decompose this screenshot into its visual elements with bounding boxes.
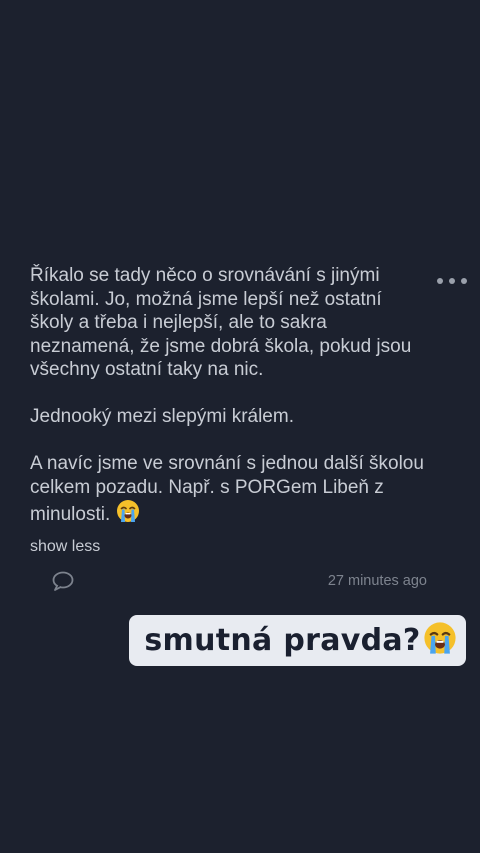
sticker-text: smutná pravda? xyxy=(144,623,421,658)
loudly-crying-face-icon xyxy=(116,499,140,530)
more-dot xyxy=(461,278,467,284)
post-timestamp: 27 minutes ago xyxy=(327,573,427,589)
post-paragraph: A navíc jsme ve srovnání s jednou další … xyxy=(30,452,430,530)
more-dot xyxy=(437,278,443,284)
more-dot xyxy=(449,278,455,284)
post-paragraph: Jednooký mezi slepými králem. xyxy=(30,406,294,427)
show-less-link[interactable]: show less xyxy=(30,538,100,556)
post-paragraph-text: A navíc jsme ve srovnání s jednou další … xyxy=(30,453,430,525)
text-sticker[interactable]: smutná pravda? xyxy=(129,615,466,666)
story-screen: Říkalo se tady něco o srovnávání s jiným… xyxy=(0,0,480,853)
comment-post: Říkalo se tady něco o srovnávání s jiným… xyxy=(30,264,430,556)
post-paragraph: Říkalo se tady něco o srovnávání s jiným… xyxy=(30,265,417,380)
more-dots-icon[interactable] xyxy=(437,275,467,287)
loudly-crying-face-icon xyxy=(423,621,457,660)
comment-bubble-icon[interactable] xyxy=(52,571,74,591)
